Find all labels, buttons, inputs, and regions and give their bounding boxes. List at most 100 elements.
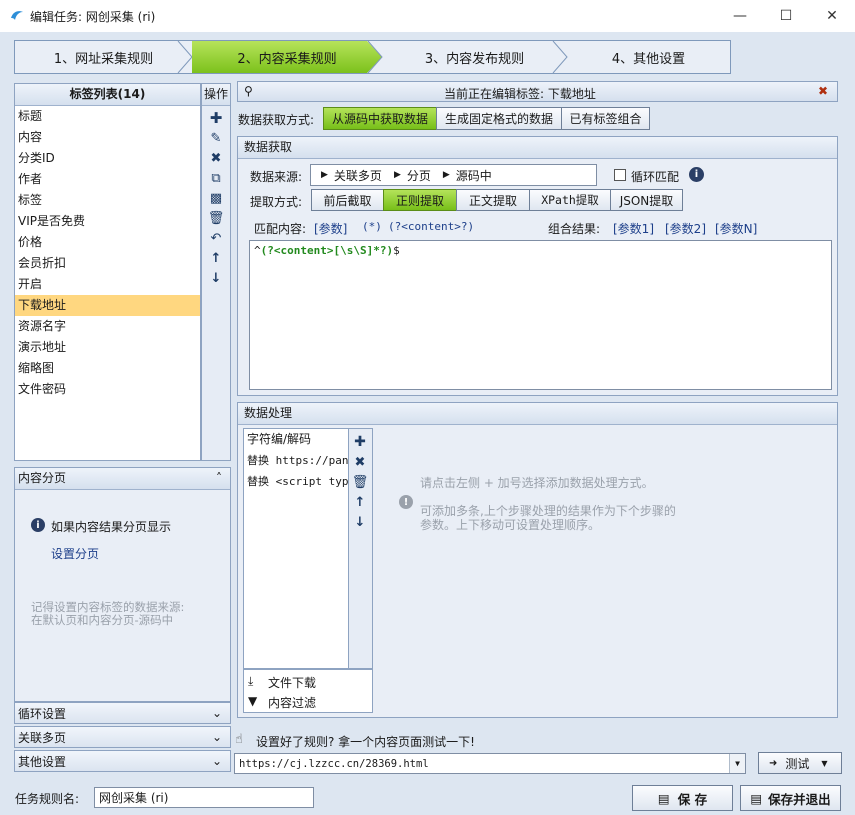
task-name-value: 网创采集 (ri) xyxy=(99,791,169,805)
step-content-rules[interactable]: 2、内容采集规则 xyxy=(192,41,383,73)
delete-processing-icon[interactable]: ✖ xyxy=(349,452,371,472)
tag-list-item[interactable]: 内容 xyxy=(15,127,200,148)
processing-item[interactable]: 替换 <script typ xyxy=(244,471,348,492)
tag-list-item[interactable]: 会员折扣 xyxy=(15,253,200,274)
move-down-icon[interactable]: ↓ xyxy=(349,512,371,532)
filter-icon: ▼ xyxy=(248,694,258,708)
file-download-action[interactable]: 文件下载 xyxy=(268,674,316,691)
task-name-input[interactable]: 网创采集 (ri) xyxy=(94,787,314,808)
download-icon: ⤓ xyxy=(248,674,254,688)
paging-info-text: 如果内容结果分页显示 xyxy=(51,520,172,534)
mode-from-source-button[interactable]: 从源码中获取数据 xyxy=(323,107,437,130)
method-body-button[interactable]: 正文提取 xyxy=(456,189,530,211)
method-regex-button[interactable]: 正则提取 xyxy=(383,189,457,211)
save-button[interactable]: ▤ 保 存 xyxy=(632,785,733,811)
add-processing-icon[interactable]: ✚ xyxy=(349,432,371,452)
move-down-icon[interactable]: ↓ xyxy=(205,268,227,288)
expand-down-icon[interactable]: ⌄ xyxy=(212,754,222,768)
collapse-up-icon[interactable]: ˄ xyxy=(216,468,222,489)
expand-down-icon[interactable]: ⌄ xyxy=(212,706,222,720)
delete-tag-icon[interactable]: ✖ xyxy=(205,148,227,168)
tag-list-item[interactable]: 作者 xyxy=(15,169,200,190)
regex-anchor-start: ^ xyxy=(254,244,261,257)
breadcrumb-arrow-icon: ▶ xyxy=(393,170,401,180)
minimize-icon[interactable]: — xyxy=(717,0,763,32)
close-editor-icon[interactable]: ✖ xyxy=(818,84,828,98)
step-other-settings[interactable]: 4、其他设置 xyxy=(567,41,730,73)
tag-list-item[interactable]: 标题 xyxy=(15,106,200,127)
undo-icon[interactable]: ↶ xyxy=(205,228,227,248)
trash-icon[interactable]: 🗑 xyxy=(205,208,227,228)
method-json-button[interactable]: JSON提取 xyxy=(610,189,683,211)
set-paging-link[interactable]: 设置分页 xyxy=(51,545,99,562)
floppy-icon: ▤ xyxy=(657,790,670,806)
match-token-param[interactable]: [参数] xyxy=(314,220,347,237)
move-up-icon[interactable]: ↑ xyxy=(349,492,371,512)
test-url-value: https://cj.lzzcc.cn/28369.html xyxy=(239,757,429,770)
maximize-icon[interactable]: ☐ xyxy=(763,0,809,32)
method-before-after-button[interactable]: 前后截取 xyxy=(311,189,384,211)
tag-list-item[interactable]: 下载地址 xyxy=(15,295,200,316)
source-path-item[interactable]: 分页 xyxy=(407,167,431,184)
edit-tag-icon[interactable]: ✎ xyxy=(205,128,227,148)
content-paging-header[interactable]: 内容分页 ˄ xyxy=(15,468,230,490)
step-label: 1、网址采集规则 xyxy=(53,51,154,67)
copy-tag-icon[interactable]: ⧉ xyxy=(205,168,227,188)
step-url-rules[interactable]: 1、网址采集规则 xyxy=(15,41,193,73)
test-url-input[interactable]: https://cj.lzzcc.cn/28369.html ▼ xyxy=(234,753,746,774)
method-xpath-button[interactable]: XPath提取 xyxy=(529,189,611,211)
info-icon[interactable]: i xyxy=(689,167,704,182)
combine-token-2[interactable]: [参数2] xyxy=(665,220,706,237)
data-fetch-title: 数据获取 xyxy=(238,137,837,159)
source-path-item[interactable]: 关联多页 xyxy=(334,167,382,184)
url-dropdown-icon[interactable]: ▼ xyxy=(729,754,745,773)
move-up-icon[interactable]: ↑ xyxy=(205,248,227,268)
content-filter-action[interactable]: 内容过滤 xyxy=(268,694,316,711)
trash-icon[interactable]: 🗑 xyxy=(349,472,371,492)
window-title: 编辑任务: 网创采集 (ri) xyxy=(30,10,156,24)
step-tabs: 1、网址采集规则 2、内容采集规则 3、内容发布规则 4、其他设置 xyxy=(14,40,731,74)
paste-tag-icon[interactable]: ▩ xyxy=(205,188,227,208)
loop-match-checkbox[interactable] xyxy=(614,169,626,181)
match-token-wildcard[interactable]: (*) xyxy=(362,220,382,233)
related-pages-row[interactable]: 关联多页 ⌄ xyxy=(14,726,231,748)
combine-token-n[interactable]: [参数N] xyxy=(715,220,757,237)
acquire-mode-label: 数据获取方式: xyxy=(238,113,315,127)
combine-token-1[interactable]: [参数1] xyxy=(613,220,654,237)
tag-list-item[interactable]: 价格 xyxy=(15,232,200,253)
tag-list-item[interactable]: 文件密码 xyxy=(15,379,200,400)
regex-editor[interactable]: ^(?<content>[\s\S]*?)$ xyxy=(249,240,832,390)
data-processing-panel: 数据处理 字符编/解码 替换 https://pan 替换 <script ty… xyxy=(237,402,838,718)
pin-icon: ⚲ xyxy=(244,84,253,98)
tag-list-item[interactable]: 开启 xyxy=(15,274,200,295)
step-label: 2、内容采集规则 xyxy=(237,51,337,67)
info-icon: i xyxy=(31,518,45,532)
tag-list-item[interactable]: 演示地址 xyxy=(15,337,200,358)
related-pages-label: 关联多页 xyxy=(18,730,67,745)
save-exit-button[interactable]: ▤ 保存并退出 xyxy=(740,785,841,811)
processing-item[interactable]: 字符编/解码 xyxy=(244,429,348,450)
other-settings-row[interactable]: 其他设置 ⌄ xyxy=(14,750,231,772)
source-path-field[interactable]: ▶ 关联多页 ▶ 分页 ▶ 源码中 xyxy=(310,164,597,186)
processing-item[interactable]: 替换 https://pan xyxy=(244,450,348,471)
source-path-item[interactable]: 源码中 xyxy=(456,167,492,184)
chevron-down-icon[interactable]: ▼ xyxy=(821,759,827,768)
mode-fixed-format-button[interactable]: 生成固定格式的数据 xyxy=(436,107,562,130)
expand-down-icon[interactable]: ⌄ xyxy=(212,730,222,744)
processing-list: 字符编/解码 替换 https://pan 替换 <script typ xyxy=(243,428,349,669)
match-token-content[interactable]: (?<content>?) xyxy=(388,220,474,233)
tag-list-item[interactable]: 资源名字 xyxy=(15,316,200,337)
tag-list-item[interactable]: VIP是否免费 xyxy=(15,211,200,232)
step-publish-rules[interactable]: 3、内容发布规则 xyxy=(382,41,568,73)
close-window-icon[interactable]: ✕ xyxy=(809,0,855,32)
tag-list-item[interactable]: 分类ID xyxy=(15,148,200,169)
loop-settings-row[interactable]: 循环设置 ⌄ xyxy=(14,702,231,724)
mode-tag-combine-button[interactable]: 已有标签组合 xyxy=(561,107,650,130)
tag-list-item[interactable]: 标签 xyxy=(15,190,200,211)
test-prompt: 设置好了规则? 拿一个内容页面测试一下! xyxy=(256,735,475,749)
add-tag-icon[interactable]: ✚ xyxy=(205,108,227,128)
processing-quick-actions: ⤓ 文件下载 ▼ 内容过滤 xyxy=(243,669,373,713)
test-button[interactable]: ➜ 测试 ▼ xyxy=(758,752,842,774)
tag-list-item[interactable]: 缩略图 xyxy=(15,358,200,379)
title-bar: 编辑任务: 网创采集 (ri) — ☐ ✕ xyxy=(0,0,855,32)
